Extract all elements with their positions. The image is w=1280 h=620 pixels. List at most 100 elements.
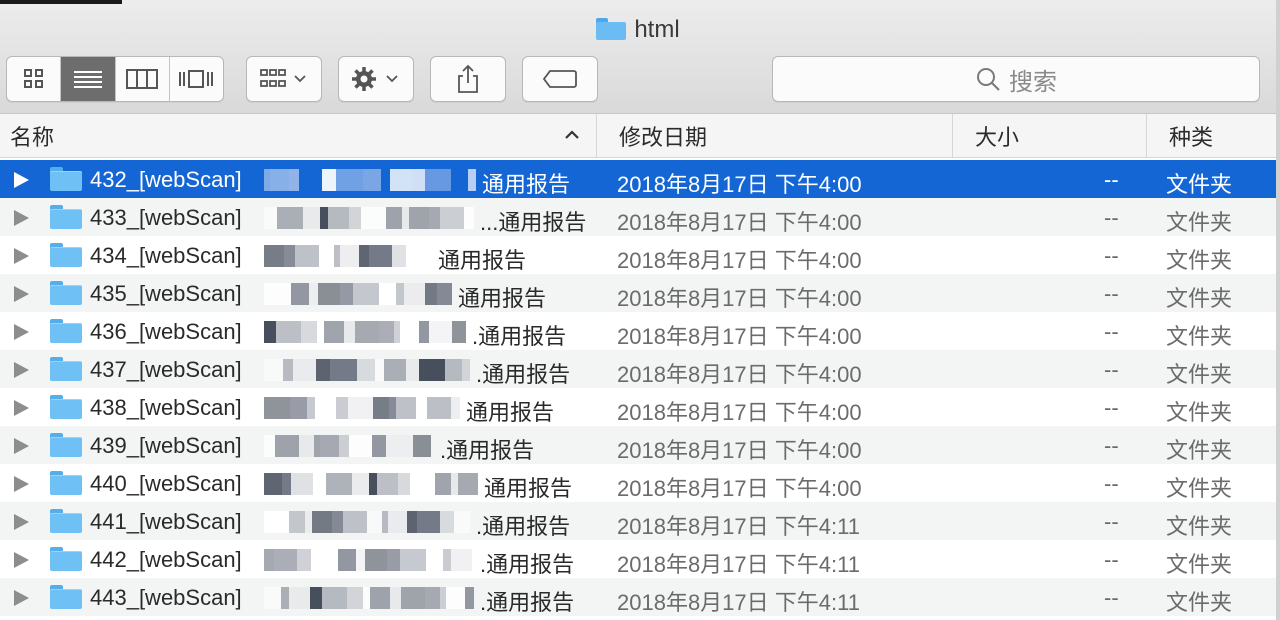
file-size: -- [1104, 243, 1119, 268]
column-header-name-label: 名称 [10, 125, 55, 150]
disclosure-triangle-icon[interactable] [14, 286, 29, 302]
file-size: -- [1104, 585, 1119, 610]
file-size: -- [1104, 205, 1119, 230]
column-header-size[interactable]: 大小 [953, 114, 1147, 158]
file-row[interactable]: 432_[webScan] 通用报告 2018年8月17日 下午4:00 -- 文件夹 [0, 160, 1276, 198]
modified-date: 2018年8月17日 下午4:11 [617, 514, 860, 539]
search-icon [977, 68, 1000, 91]
file-name-suffix: 通用报告 [438, 248, 527, 273]
file-kind: 文件夹 [1166, 514, 1233, 539]
disclosure-triangle-icon[interactable] [14, 248, 29, 264]
file-name-suffix: 通用报告 [484, 476, 573, 501]
file-row[interactable]: 433_[webScan] ...通用报告 2018年8月17日 下午4:00 -- 文… [0, 198, 1276, 236]
file-row[interactable]: 434_[webScan] 通用报告 2018年8月17日 下午4:00 -- 文件夹 [0, 236, 1276, 274]
modified-date: 2018年8月17日 下午4:11 [617, 590, 860, 615]
file-kind: 文件夹 [1166, 400, 1233, 425]
file-name-suffix: ...通用报告 [480, 210, 587, 235]
folder-icon [50, 547, 82, 571]
modified-date: 2018年8月17日 下午4:00 [617, 324, 862, 349]
folder-icon [50, 205, 82, 229]
column-header-name[interactable]: 名称 [0, 114, 597, 158]
file-kind: 文件夹 [1166, 362, 1233, 387]
tag-icon [542, 70, 577, 88]
modified-date: 2018年8月17日 下午4:00 [617, 286, 862, 311]
disclosure-triangle-icon[interactable] [14, 172, 29, 188]
file-row[interactable]: 439_[webScan] .通用报告 2018年8月17日 下午4:00 -- 文件夹 [0, 426, 1276, 464]
modified-date: 2018年8月17日 下午4:00 [617, 248, 862, 273]
action-button[interactable] [338, 56, 414, 102]
share-button[interactable] [430, 56, 506, 102]
file-name-prefix: 437_[webScan] [90, 357, 242, 382]
column-header-date-label: 修改日期 [619, 125, 708, 150]
column-view-button[interactable] [116, 57, 170, 101]
arrange-button[interactable] [246, 56, 322, 102]
cover-flow-icon [179, 70, 214, 88]
column-header-kind[interactable]: 种类 [1147, 114, 1276, 158]
file-kind: 文件夹 [1166, 286, 1233, 311]
disclosure-triangle-icon[interactable] [14, 324, 29, 340]
file-name-prefix: 436_[webScan] [90, 319, 242, 344]
file-row[interactable]: 441_[webScan] .通用报告 2018年8月17日 下午4:11 -- 文件夹 [0, 502, 1276, 540]
file-size: -- [1104, 357, 1119, 382]
modified-date: 2018年8月17日 下午4:11 [617, 552, 860, 577]
disclosure-triangle-icon[interactable] [14, 438, 29, 454]
disclosure-triangle-icon[interactable] [14, 514, 29, 530]
file-size: -- [1104, 471, 1119, 496]
modified-date: 2018年8月17日 下午4:00 [617, 172, 862, 197]
file-name-prefix: 440_[webScan] [90, 471, 242, 496]
view-switcher [6, 56, 224, 102]
file-row[interactable]: 443_[webScan] .通用报告 2018年8月17日 下午4:11 -- 文件夹 [0, 578, 1276, 616]
file-name-prefix: 443_[webScan] [90, 585, 242, 610]
folder-icon [50, 167, 82, 191]
tags-button[interactable] [522, 56, 598, 102]
column-header-kind-label: 种类 [1169, 125, 1214, 150]
folder-icon [50, 281, 82, 305]
file-row[interactable]: 438_[webScan] 通用报告 2018年8月17日 下午4:00 -- 文件夹 [0, 388, 1276, 426]
file-name-prefix: 432_[webScan] [90, 167, 242, 192]
share-icon [458, 64, 478, 93]
column-header-date[interactable]: 修改日期 [597, 114, 953, 158]
file-size: -- [1104, 547, 1119, 572]
file-row[interactable]: 435_[webScan] 通用报告 2018年8月17日 下午4:00 -- 文件夹 [0, 274, 1276, 312]
folder-icon [50, 509, 82, 533]
file-row[interactable]: 440_[webScan] 通用报告 2018年8月17日 下午4:00 -- 文件夹 [0, 464, 1276, 502]
file-size: -- [1104, 167, 1119, 192]
disclosure-triangle-icon[interactable] [14, 210, 29, 226]
modified-date: 2018年8月17日 下午4:00 [617, 476, 862, 501]
file-name-suffix: .通用报告 [480, 552, 575, 577]
window-edge [1276, 0, 1280, 620]
file-kind: 文件夹 [1166, 438, 1233, 463]
modified-date: 2018年8月17日 下午4:00 [617, 210, 862, 235]
file-name-prefix: 433_[webScan] [90, 205, 242, 230]
file-size: -- [1104, 281, 1119, 306]
file-name-suffix: 通用报告 [482, 172, 571, 197]
file-kind: 文件夹 [1166, 590, 1233, 615]
disclosure-triangle-icon[interactable] [14, 400, 29, 416]
icon-view-button[interactable] [7, 57, 62, 101]
disclosure-triangle-icon[interactable] [14, 476, 29, 492]
file-row[interactable]: 442_[webScan] .通用报告 2018年8月17日 下午4:11 -- 文件夹 [0, 540, 1276, 578]
columns-icon [126, 69, 159, 89]
finder-toolbar: html 搜索 [0, 4, 1276, 114]
disclosure-triangle-icon[interactable] [14, 590, 29, 606]
modified-date: 2018年8月17日 下午4:00 [617, 400, 862, 425]
disclosure-triangle-icon[interactable] [14, 362, 29, 378]
search-field[interactable]: 搜索 [772, 56, 1260, 102]
disclosure-triangle-icon[interactable] [14, 552, 29, 568]
folder-icon [50, 585, 82, 609]
file-size: -- [1104, 433, 1119, 458]
file-row[interactable]: 437_[webScan] .通用报告 2018年8月17日 下午4:00 -- 文件夹 [0, 350, 1276, 388]
list-view-button[interactable] [61, 57, 116, 101]
file-kind: 文件夹 [1166, 324, 1233, 349]
title-folder-icon [596, 18, 627, 40]
search-placeholder: 搜索 [1009, 68, 1057, 96]
gear-icon [352, 67, 398, 91]
file-size: -- [1104, 509, 1119, 534]
file-row[interactable]: 436_[webScan] .通用报告 2018年8月17日 下午4:00 -- 文件夹 [0, 312, 1276, 350]
column-header: 名称 修改日期 大小 种类 [0, 114, 1276, 158]
file-name-suffix: 通用报告 [458, 286, 547, 311]
grid-icon [23, 69, 43, 88]
file-name-suffix: .通用报告 [476, 514, 571, 539]
cover-flow-view-button[interactable] [170, 57, 223, 101]
folder-icon [50, 357, 82, 381]
